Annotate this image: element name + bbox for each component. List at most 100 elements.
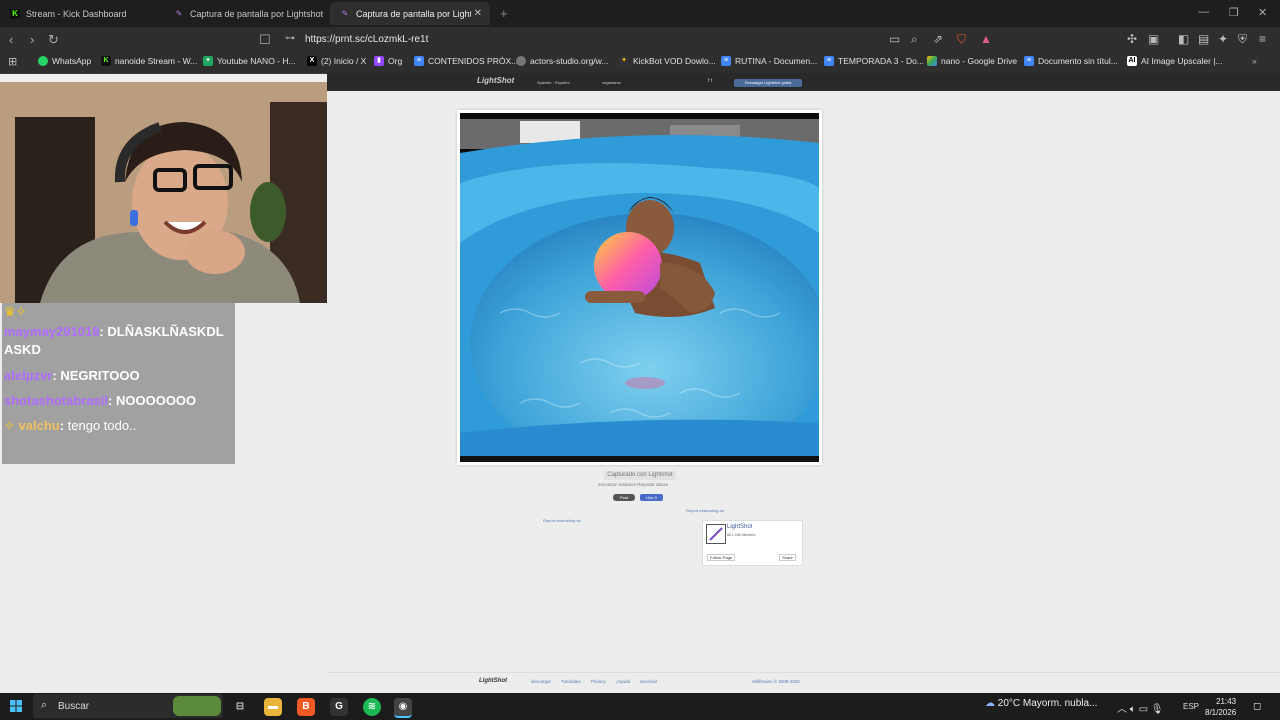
post-button[interactable]: Post bbox=[613, 494, 635, 501]
bookmark-org[interactable]: ▮ Org bbox=[374, 56, 402, 66]
tab-lightshot-active[interactable]: ✎ Captura de pantalla por Lightshot ✕ bbox=[330, 2, 490, 25]
bookmark-whatsapp[interactable]: WhatsApp bbox=[38, 56, 91, 66]
report-ad-link[interactable]: Report misleading ad bbox=[543, 518, 581, 523]
share-icon[interactable]: ⇗ bbox=[933, 32, 943, 46]
more-bookmarks-icon[interactable]: » bbox=[1252, 56, 1257, 66]
search-highlight-icon bbox=[173, 696, 221, 716]
feather-icon: ✎ bbox=[175, 9, 183, 18]
close-tab-icon[interactable]: ✕ bbox=[474, 8, 482, 19]
register-link[interactable]: registrarse bbox=[602, 80, 621, 85]
vpn-icon[interactable]: ⛨ bbox=[1238, 32, 1247, 47]
bookmark-actors-studio[interactable]: actors-studio.org/w... bbox=[516, 56, 608, 66]
download-button[interactable]: Descargar Lightshot gratis bbox=[734, 79, 802, 87]
report-ad-link[interactable]: Report misleading ad bbox=[686, 508, 724, 513]
similar-report-links[interactable]: encontrar similares Reportar abuso bbox=[598, 482, 668, 487]
brave-shield-icon[interactable]: ⛉ bbox=[957, 32, 966, 47]
rewards-icon[interactable]: ▲ bbox=[980, 32, 992, 46]
docs-icon: ≡ bbox=[824, 56, 834, 66]
language-selector[interactable]: Spanish · Español bbox=[537, 80, 569, 85]
chat-message: alelpzvr: NEGRITOOO bbox=[4, 368, 140, 383]
bookmark-label: TEMPORADA 3 - Do... bbox=[838, 56, 924, 66]
chat-username: valchu bbox=[18, 418, 60, 433]
minimize-icon[interactable]: — bbox=[1198, 6, 1209, 18]
language-indicator[interactable]: ESP bbox=[1183, 702, 1199, 711]
chat-message: maymay291018: DLÑASKLÑASKDL ASKD bbox=[4, 324, 224, 357]
reload-icon[interactable]: ↻ bbox=[48, 32, 59, 48]
chat-username: alelpzvr bbox=[4, 368, 53, 383]
bookmarks-bar: ⊞ WhatsApp Knanoide Stream - W... + Youtu… bbox=[0, 53, 1280, 74]
brave-icon[interactable]: B bbox=[297, 698, 315, 716]
footer-link-anunciar[interactable]: anunciar bbox=[640, 679, 657, 684]
footer-link-privacy[interactable]: Privacy bbox=[591, 679, 606, 684]
network-icon[interactable]: ▭ bbox=[1139, 704, 1148, 715]
speaker-icon[interactable]: 🔈︎ bbox=[1130, 704, 1136, 715]
weather-widget[interactable]: ☁ 20°C Mayorm. nubla... bbox=[985, 698, 1097, 709]
bookmark-temporada3[interactable]: ≡ TEMPORADA 3 - Do... bbox=[824, 56, 924, 66]
bookmark-contenidos[interactable]: ≡ CONTENIDOS PRÓX... bbox=[414, 56, 518, 66]
screen-icon[interactable]: ▭ bbox=[889, 32, 900, 46]
tab-lightshot-1[interactable]: ✎ Captura de pantalla por Lightshot bbox=[164, 2, 324, 25]
like-button[interactable]: Like 0 bbox=[640, 494, 663, 501]
site-info-icon[interactable]: ⊶ bbox=[285, 33, 295, 44]
task-view-icon[interactable]: ⊟ bbox=[231, 698, 249, 716]
kick-icon: K bbox=[10, 8, 20, 19]
sidebar-icon[interactable]: ◧ bbox=[1178, 32, 1189, 46]
docs-icon: ≡ bbox=[721, 56, 731, 66]
chat-username: maymay291018 bbox=[4, 324, 100, 339]
bookmark-drive[interactable]: nano - Google Drive bbox=[927, 56, 1017, 66]
file-explorer-icon[interactable]: ▬ bbox=[264, 698, 282, 716]
lightshot-footer bbox=[327, 672, 1280, 691]
tab-kick-dashboard[interactable]: K Stream - Kick Dashboard bbox=[0, 2, 160, 25]
bookmark-kickbot[interactable]: ✦ KickBot VOD Dowlo... bbox=[619, 56, 716, 66]
forward-icon[interactable]: › bbox=[30, 32, 34, 47]
bookmark-documento[interactable]: ≡ Documento sin títul... bbox=[1024, 56, 1118, 66]
zoom-icon[interactable]: ⌕ bbox=[911, 32, 918, 47]
clock[interactable]: 21:43 8/1/2026 bbox=[1205, 696, 1236, 718]
notifications-icon[interactable]: ◻ bbox=[1253, 701, 1261, 712]
menu-icon[interactable]: ≡ bbox=[1259, 32, 1266, 46]
new-tab-button[interactable]: + bbox=[500, 6, 508, 21]
bookmark-label: Documento sin títul... bbox=[1038, 56, 1118, 66]
footer-link-tutoriales[interactable]: Tutoriales bbox=[561, 679, 581, 684]
twitch-icon: ▮ bbox=[374, 56, 384, 66]
app-g-icon[interactable]: G bbox=[330, 698, 348, 716]
clock-time: 21:43 bbox=[1216, 697, 1237, 706]
share-button[interactable]: Share bbox=[779, 554, 796, 561]
lightshot-logo[interactable]: LightShot bbox=[477, 76, 514, 85]
bookmark-label: AI Image Upscaler |... bbox=[1141, 56, 1223, 66]
kickbot-icon: ✦ bbox=[619, 56, 629, 66]
tab-title: Captura de pantalla por Lightshot bbox=[190, 8, 324, 19]
footer-link-ayuda[interactable]: ¡Ayuda bbox=[616, 679, 630, 684]
bookmark-kick[interactable]: Knanoide Stream - W... bbox=[101, 56, 197, 66]
spotify-icon[interactable]: ≋ bbox=[363, 698, 381, 716]
footer-copyright[interactable]: Skillbrains © 2009-2022 bbox=[752, 679, 800, 684]
fb-page-name[interactable]: LightShot bbox=[727, 524, 752, 530]
apps-grid-icon[interactable]: ⊞ bbox=[8, 55, 17, 68]
address-toolbar: ‹ › ↻ ☐ ⊶ https://prnt.sc/cLozmkL-re1t ▭… bbox=[0, 27, 1280, 53]
windows-start-icon[interactable] bbox=[10, 700, 22, 712]
back-icon[interactable]: ‹ bbox=[9, 32, 13, 47]
wallet-icon[interactable]: ▤ bbox=[1198, 32, 1209, 46]
bookmark-label: Youtube NANO - H... bbox=[217, 56, 296, 66]
lightshot-feather-icon[interactable] bbox=[706, 524, 726, 544]
footer-link-descargar[interactable]: descargar bbox=[531, 679, 551, 684]
social-icons[interactable]: f t bbox=[708, 78, 712, 84]
bookmark-youtube-sheet[interactable]: + Youtube NANO - H... bbox=[203, 56, 296, 66]
footer-logo[interactable]: LightShot bbox=[479, 678, 507, 684]
system-tray[interactable]: ︿ 🔈︎ ▭ 🎙︎ bbox=[1117, 700, 1164, 715]
close-window-icon[interactable]: ✕ bbox=[1258, 6, 1267, 19]
chevron-up-icon[interactable]: ︿ bbox=[1117, 704, 1127, 715]
follow-page-button[interactable]: Follow Page bbox=[707, 554, 736, 561]
bookmark-icon[interactable]: ☐ bbox=[259, 32, 271, 48]
bookmark-rutina[interactable]: ≡ RUTINA - Documen... bbox=[721, 56, 817, 66]
obs-icon[interactable]: ◉ bbox=[394, 698, 412, 718]
bookmark-ai-upscaler[interactable]: AI AI Image Upscaler |... bbox=[1127, 56, 1223, 66]
screenshot-image[interactable] bbox=[460, 113, 819, 462]
media-icon[interactable]: ▣ bbox=[1148, 32, 1159, 46]
docs-icon: ≡ bbox=[1024, 56, 1034, 66]
ai-leo-icon[interactable]: ✦ bbox=[1218, 32, 1228, 46]
maximize-icon[interactable]: ❐ bbox=[1229, 6, 1239, 19]
extensions-icon[interactable]: ✣ bbox=[1127, 32, 1137, 46]
bookmark-x[interactable]: X (2) Inicio / X bbox=[307, 56, 366, 66]
mic-icon[interactable]: 🎙︎ bbox=[1151, 704, 1164, 715]
